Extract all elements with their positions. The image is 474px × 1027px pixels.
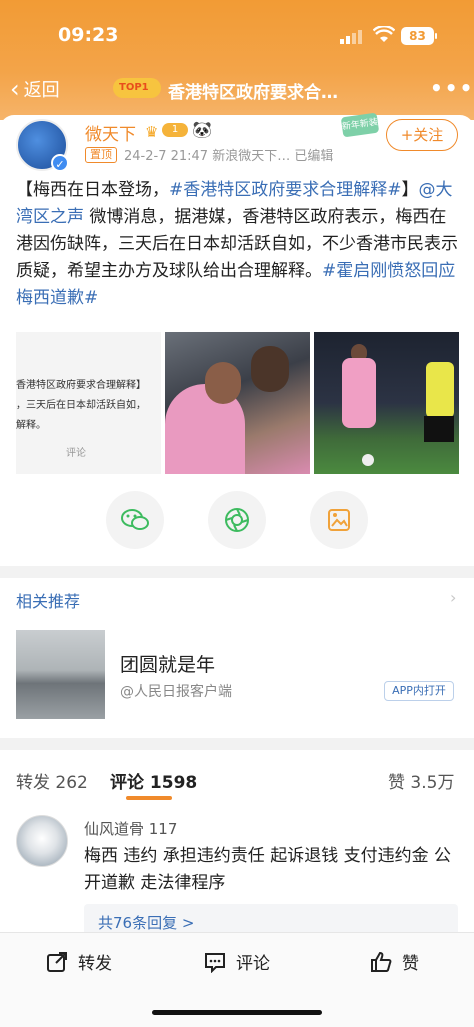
interaction-tabs: 转发 262 评论 1598 赞 3.5万: [0, 750, 474, 802]
tab-like[interactable]: 赞 3.5万: [388, 768, 454, 793]
share-wechat-button[interactable]: [106, 491, 164, 549]
hot-rank-badge: TOP1: [113, 78, 161, 98]
share-moments-button[interactable]: [208, 491, 266, 549]
status-bar: 09:23 83: [0, 24, 474, 48]
post-image-match[interactable]: [314, 332, 459, 474]
crown-icon: ♛: [145, 123, 159, 141]
comment-label: 评论: [236, 954, 270, 974]
post-image-bench[interactable]: [165, 332, 310, 474]
repost-label: 转发: [78, 954, 112, 974]
comment-button[interactable]: 评论: [204, 949, 270, 974]
top-header: 09:23 83 ‹ 返回 TOP1 香港特区政府要求合… •••: [0, 0, 474, 120]
follow-button[interactable]: +关注: [386, 119, 458, 151]
related-thumbnail[interactable]: [16, 630, 105, 719]
level-badge: 1: [162, 123, 188, 137]
thumbs-up-icon: [371, 951, 392, 972]
more-icon[interactable]: •••: [430, 76, 474, 100]
verified-icon: ✓: [51, 154, 69, 172]
photo-figure: [424, 416, 454, 442]
related-header: 相关推荐: [16, 592, 81, 611]
wechat-icon: [121, 509, 149, 530]
photo-figure: [205, 362, 241, 404]
repost-icon: [47, 951, 67, 972]
back-button[interactable]: ‹ 返回: [10, 76, 60, 102]
post-text-prefix: 【梅西在日本登场，: [16, 180, 169, 200]
active-tab-indicator: [126, 796, 172, 800]
wifi-icon: [372, 25, 396, 48]
page-title: 香港特区政府要求合…: [168, 83, 338, 103]
chevron-left-icon: ‹: [10, 75, 20, 103]
commenter-name[interactable]: 仙风道骨 117: [84, 818, 177, 839]
hashtag-link[interactable]: #香港特区政府要求合理解释#: [169, 180, 402, 200]
back-label: 返回: [23, 80, 60, 101]
battery-tip: [435, 33, 437, 39]
tab-repost[interactable]: 转发 262: [16, 768, 88, 793]
image-text-line: ，三天后在日本却活跃自如，: [16, 400, 146, 411]
app-open-button[interactable]: APP内打开: [384, 681, 454, 701]
post-meta: 24-2-7 21:47 新浪微天下… 已编辑: [124, 149, 334, 164]
image-comment-label: 评论: [66, 448, 86, 459]
repost-button[interactable]: 转发: [46, 949, 112, 974]
home-indicator: [152, 1010, 322, 1015]
photo-figure: [251, 346, 289, 392]
image-text-line: 香港特区政府要求合理解释】: [16, 380, 146, 391]
chevron-right-icon[interactable]: ›: [450, 588, 456, 607]
photo-figure: [426, 362, 454, 418]
post-image-screenshot[interactable]: 香港特区政府要求合理解释】 ，三天后在日本却活跃自如， 解释。 评论: [16, 332, 161, 474]
tab-comment[interactable]: 评论 1598: [110, 768, 197, 793]
save-image-button[interactable]: [310, 491, 368, 549]
related-title[interactable]: 团圆就是年: [120, 650, 215, 677]
decoration-sticker: 新年新装: [340, 112, 380, 138]
related-source: @人民日报客户端: [120, 684, 232, 700]
post-text: 【梅西在日本登场，#香港特区政府要求合理解释#】@大湾区之声 微博消息，据港媒，…: [16, 177, 460, 312]
battery-icon: 83: [401, 27, 434, 45]
section-divider: [0, 566, 474, 578]
like-label: 赞: [402, 954, 419, 974]
author-name[interactable]: 微天下: [85, 120, 136, 145]
moments-icon: [225, 508, 249, 532]
photo-ball: [362, 454, 374, 466]
comment-text: 梅西 违约 承担违约责任 起诉退钱 支付违约金 公开道歉 走法律程序: [84, 846, 452, 893]
panda-icon: 🐼: [192, 120, 212, 139]
commenter-avatar[interactable]: [16, 815, 68, 867]
photo-figure: [342, 358, 376, 428]
post-card: ✓ 微天下 ♛ 1 🐼 置顶 24-2-7 21:47 新浪微天下… 已编辑 新…: [0, 112, 474, 577]
image-save-icon: [328, 509, 350, 531]
status-time: 09:23: [58, 24, 119, 46]
like-button[interactable]: 赞: [370, 949, 419, 974]
signal-icon: [340, 29, 364, 48]
post-text-bracket: 】: [401, 180, 419, 200]
section-divider: [0, 738, 474, 750]
nav-bar: ‹ 返回 TOP1 香港特区政府要求合… •••: [0, 72, 474, 108]
pinned-badge: 置顶: [85, 147, 117, 163]
author-avatar[interactable]: ✓: [16, 119, 69, 172]
comment-icon: [205, 952, 225, 973]
image-text-line: 解释。: [16, 420, 46, 431]
